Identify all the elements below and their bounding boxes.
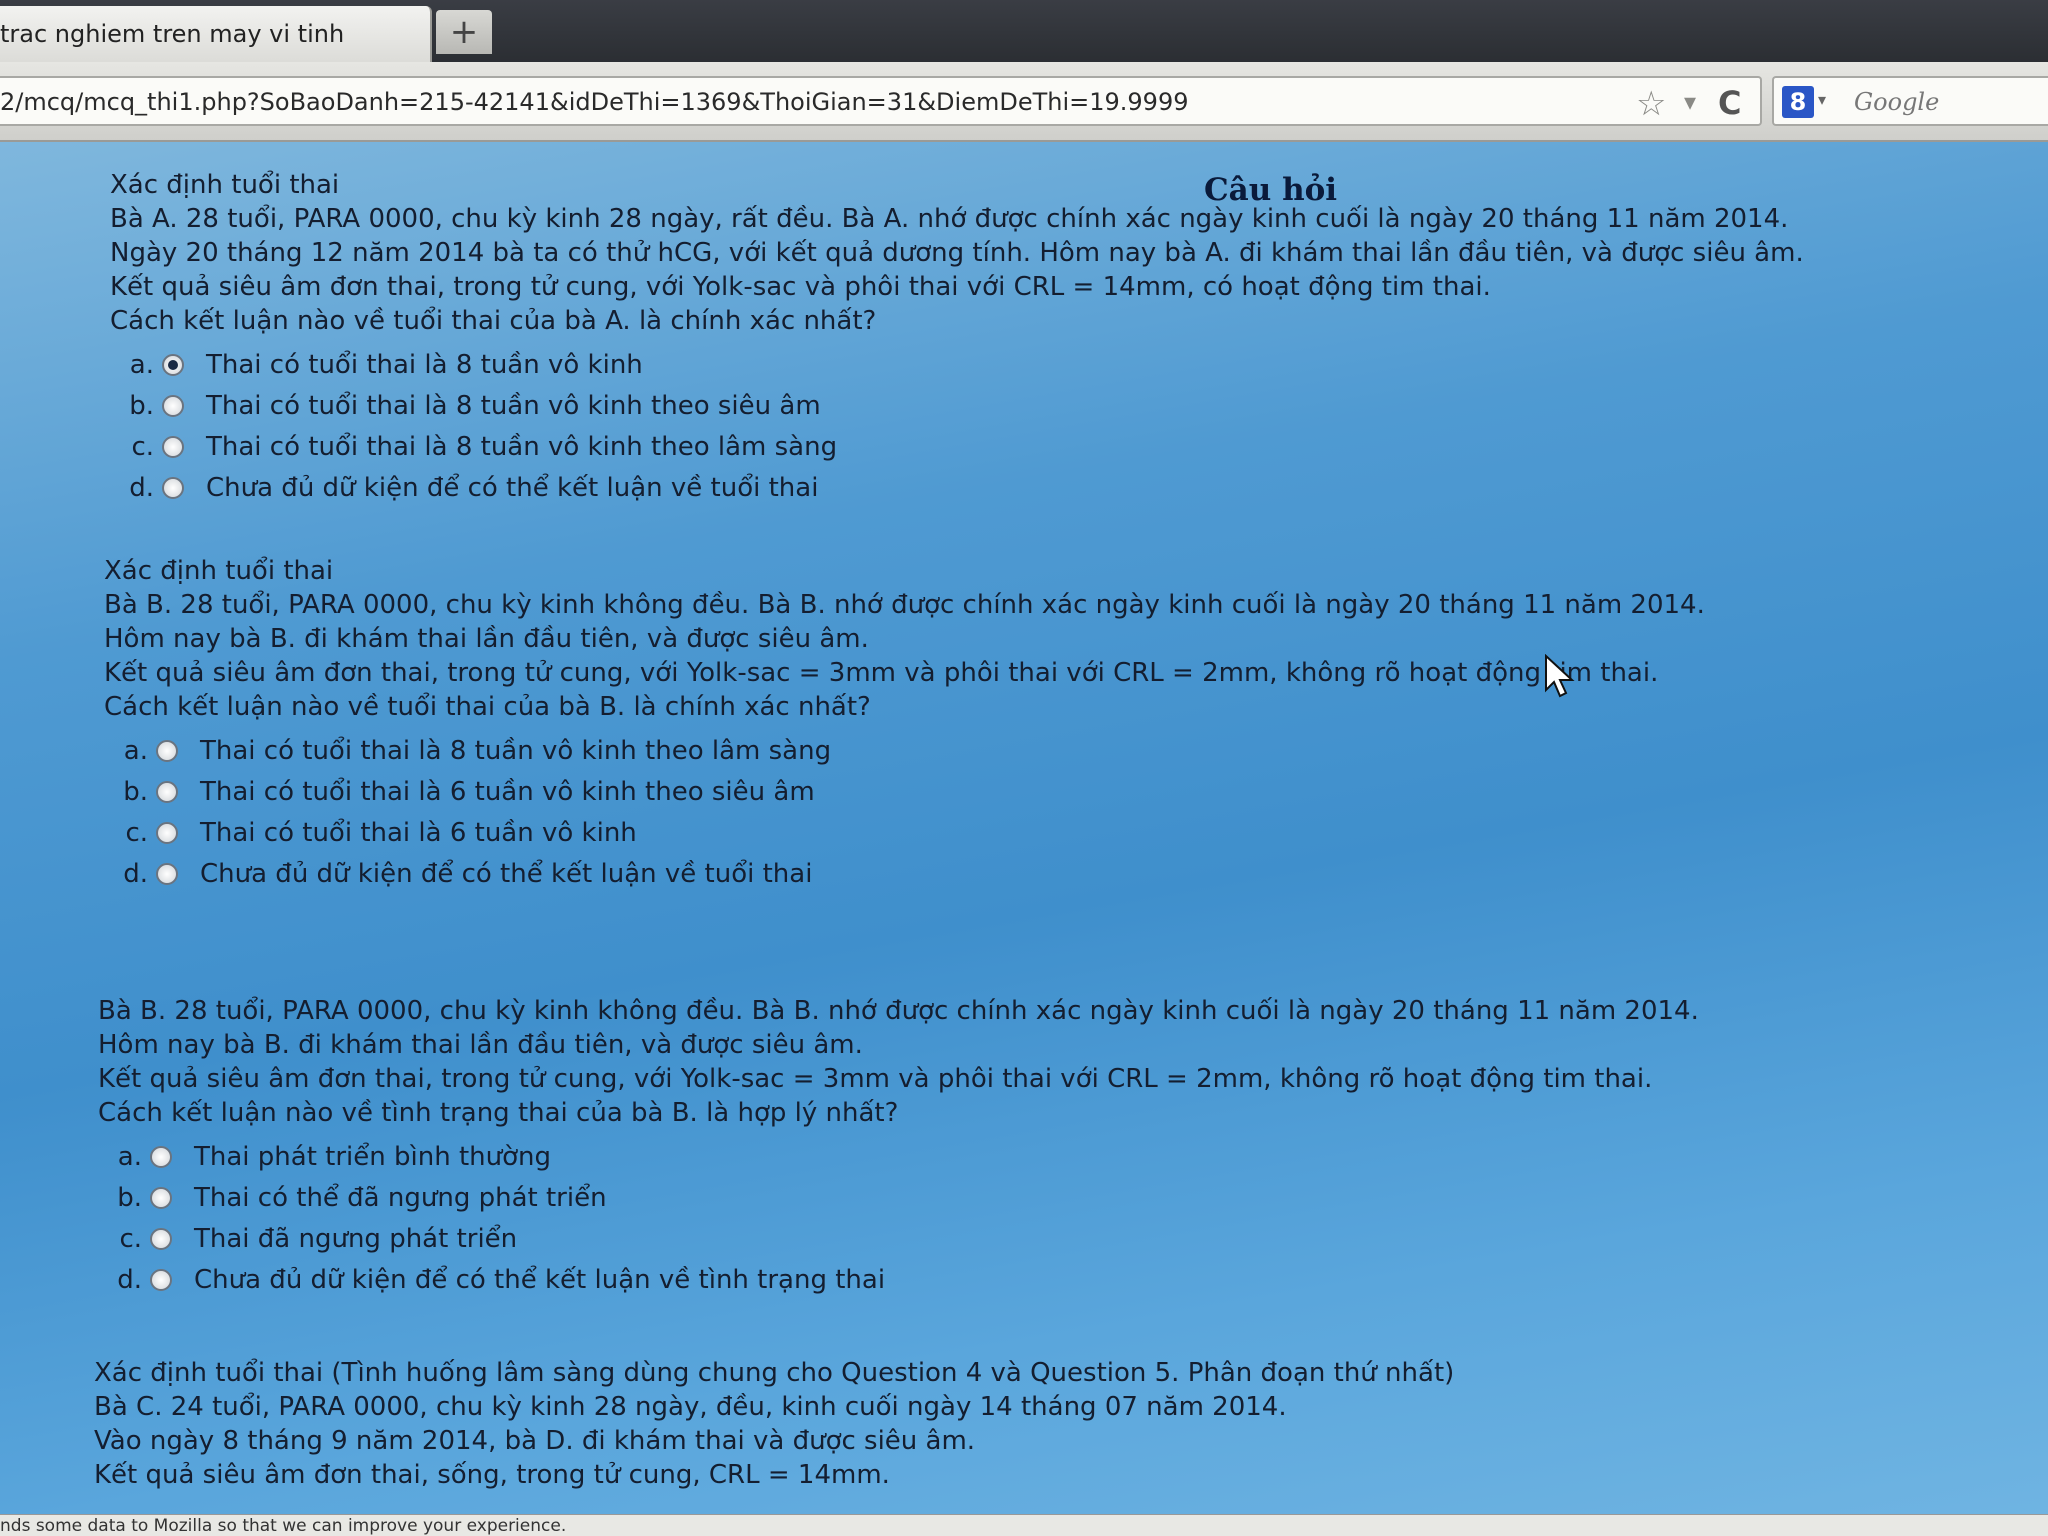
option-label: Chưa đủ dữ kiện để có thể kết luận về tì…	[194, 1264, 886, 1295]
question-1: Xác định tuổi thai Bà A. 28 tuổi, PARA 0…	[110, 168, 1804, 508]
question-line: Vào ngày 8 tháng 9 năm 2014, bà D. đi kh…	[94, 1426, 976, 1456]
option-letter: b.	[123, 776, 148, 807]
navigation-toolbar: 2/mcq/mcq_thi1.php?SoBaoDanh=215-42141&i…	[0, 62, 2048, 142]
option-label: Thai phát triển bình thường	[194, 1141, 551, 1172]
question-line: Bà B. 28 tuổi, PARA 0000, chu kỳ kinh kh…	[98, 996, 1699, 1026]
radio-button[interactable]	[156, 862, 178, 885]
question-line: Kết quả siêu âm đơn thai, trong tử cung,…	[98, 1064, 1653, 1094]
question-line: Cách kết luận nào về tình trạng thai của…	[98, 1098, 899, 1128]
option-b[interactable]: b. Thai có thể đã ngưng phát triển	[98, 1177, 1699, 1218]
tab-title: trac nghiem tren may vi tinh	[0, 20, 345, 48]
question-line: Ngày 20 tháng 12 năm 2014 bà ta có thử h…	[110, 238, 1804, 268]
tab-active[interactable]: trac nghiem tren may vi tinh	[0, 6, 432, 62]
option-letter: d.	[117, 1264, 142, 1295]
option-b[interactable]: b. Thai có tuổi thai là 6 tuần vô kinh t…	[104, 771, 1705, 812]
question-line: Cách kết luận nào về tuổi thai của bà B.…	[104, 692, 871, 722]
question-line: Hôm nay bà B. đi khám thai lần đầu tiên,…	[98, 1030, 863, 1060]
reload-icon[interactable]: C	[1718, 84, 1741, 122]
search-bar[interactable]: 8 ▾ Google	[1772, 76, 2048, 126]
question-2: Xác định tuổi thai Bà B. 28 tuổi, PARA 0…	[104, 554, 1705, 894]
mouse-cursor-icon	[1545, 654, 1575, 698]
radio-button[interactable]	[156, 821, 178, 844]
option-a[interactable]: a. Thai có tuổi thai là 8 tuần vô kinh	[110, 344, 1804, 385]
question-line: Kết quả siêu âm đơn thai, trong tử cung,…	[110, 272, 1491, 302]
question-line: Kết quả siêu âm đơn thai, sống, trong tử…	[94, 1460, 890, 1490]
option-label: Thai đã ngưng phát triển	[194, 1223, 518, 1254]
options-list: a. Thai phát triển bình thường b. Thai c…	[98, 1136, 1699, 1300]
url-text[interactable]: 2/mcq/mcq_thi1.php?SoBaoDanh=215-42141&i…	[0, 88, 1188, 116]
option-label: Chưa đủ dữ kiện để có thể kết luận về tu…	[200, 858, 813, 889]
new-tab-button[interactable]: +	[436, 10, 492, 54]
status-bar: nds some data to Mozilla so that we can …	[0, 1514, 2048, 1536]
radio-button[interactable]	[156, 739, 178, 762]
question-4: Xác định tuổi thai (Tình huống lâm sàng …	[94, 1356, 1454, 1492]
bookmark-star-icon[interactable]: ☆	[1636, 84, 1666, 124]
option-letter: b.	[117, 1182, 142, 1213]
radio-button[interactable]	[150, 1268, 172, 1291]
options-list: a. Thai có tuổi thai là 8 tuần vô kinh b…	[110, 344, 1804, 508]
option-c[interactable]: c. Thai đã ngưng phát triển	[98, 1218, 1699, 1259]
question-line: Bà C. 24 tuổi, PARA 0000, chu kỳ kinh 28…	[94, 1392, 1287, 1422]
option-letter: d.	[129, 472, 154, 503]
option-a[interactable]: a. Thai có tuổi thai là 8 tuần vô kinh t…	[104, 730, 1705, 771]
question-line: Xác định tuổi thai	[110, 170, 340, 200]
option-label: Thai có thể đã ngưng phát triển	[194, 1182, 607, 1213]
option-label: Thai có tuổi thai là 8 tuần vô kinh theo…	[206, 431, 838, 462]
history-dropdown-icon[interactable]: ▾	[1684, 88, 1696, 116]
radio-button[interactable]	[162, 394, 184, 417]
option-letter: a.	[123, 735, 148, 766]
option-d[interactable]: d. Chưa đủ dữ kiện để có thể kết luận về…	[104, 853, 1705, 894]
radio-button[interactable]	[150, 1227, 172, 1250]
option-d[interactable]: d. Chưa đủ dữ kiện để có thể kết luận về…	[110, 467, 1804, 508]
question-line: Bà B. 28 tuổi, PARA 0000, chu kỳ kinh kh…	[104, 590, 1705, 620]
question-line: Bà A. 28 tuổi, PARA 0000, chu kỳ kinh 28…	[110, 204, 1789, 234]
radio-button[interactable]	[162, 353, 184, 376]
option-letter: d.	[123, 858, 148, 889]
option-c[interactable]: c. Thai có tuổi thai là 8 tuần vô kinh t…	[110, 426, 1804, 467]
option-c[interactable]: c. Thai có tuổi thai là 6 tuần vô kinh	[104, 812, 1705, 853]
option-label: Thai có tuổi thai là 8 tuần vô kinh	[206, 349, 643, 380]
radio-button[interactable]	[150, 1186, 172, 1209]
options-list: a. Thai có tuổi thai là 8 tuần vô kinh t…	[104, 730, 1705, 894]
option-label: Thai có tuổi thai là 6 tuần vô kinh theo…	[200, 776, 815, 807]
question-line: Kết quả siêu âm đơn thai, trong tử cung,…	[104, 658, 1659, 688]
radio-button[interactable]	[156, 780, 178, 803]
option-letter: b.	[129, 390, 154, 421]
option-letter: a.	[117, 1141, 142, 1172]
option-d[interactable]: d. Chưa đủ dữ kiện để có thể kết luận về…	[98, 1259, 1699, 1300]
option-letter: c.	[131, 431, 154, 462]
question-line: Hôm nay bà B. đi khám thai lần đầu tiên,…	[104, 624, 869, 654]
option-letter: c.	[119, 1223, 142, 1254]
url-bar[interactable]: 2/mcq/mcq_thi1.php?SoBaoDanh=215-42141&i…	[0, 76, 1762, 126]
option-a[interactable]: a. Thai phát triển bình thường	[98, 1136, 1699, 1177]
option-label: Thai có tuổi thai là 8 tuần vô kinh theo…	[206, 390, 821, 421]
option-letter: a.	[129, 349, 154, 380]
search-placeholder: Google	[1854, 88, 1940, 116]
option-label: Chưa đủ dữ kiện để có thể kết luận về tu…	[206, 472, 819, 503]
engine-dropdown-icon[interactable]: ▾	[1818, 90, 1826, 109]
search-engine-icon[interactable]: 8	[1782, 86, 1814, 118]
page-content: Câu hỏi Xác định tuổi thai Bà A. 28 tuổi…	[0, 142, 2048, 1514]
question-line: Xác định tuổi thai (Tình huống lâm sàng …	[94, 1358, 1455, 1388]
question-line: Cách kết luận nào về tuổi thai của bà A.…	[110, 306, 877, 336]
option-b[interactable]: b. Thai có tuổi thai là 8 tuần vô kinh t…	[110, 385, 1804, 426]
question-3: Bà B. 28 tuổi, PARA 0000, chu kỳ kinh kh…	[98, 994, 1699, 1300]
tab-strip: trac nghiem tren may vi tinh +	[0, 0, 2048, 62]
option-label: Thai có tuổi thai là 8 tuần vô kinh theo…	[200, 735, 832, 766]
option-letter: c.	[125, 817, 148, 848]
option-label: Thai có tuổi thai là 6 tuần vô kinh	[200, 817, 637, 848]
radio-button[interactable]	[162, 476, 184, 499]
radio-button[interactable]	[150, 1145, 172, 1168]
radio-button[interactable]	[162, 435, 184, 458]
question-line: Xác định tuổi thai	[104, 556, 334, 586]
